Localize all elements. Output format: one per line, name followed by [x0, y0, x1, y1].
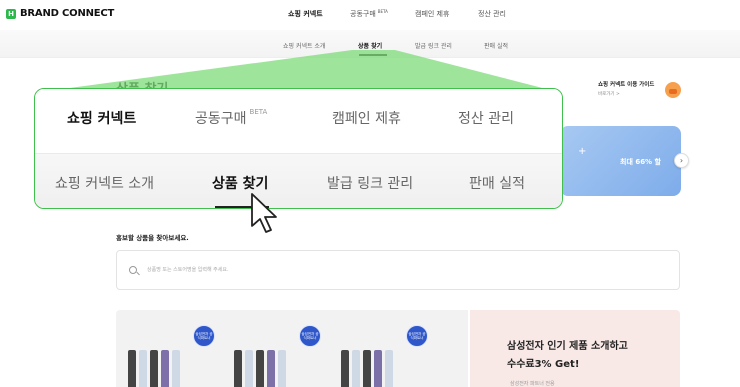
promo-text: 삼성전자 인기 제품 소개하고 수수료3% Get!: [507, 338, 628, 374]
phone-image: [161, 350, 169, 387]
page: H BRAND CONNECT 쇼핑 커넥트 공동구매 BETA 캠페인 제휴 정…: [0, 0, 740, 387]
guide-shortcut: 바로가기 >: [598, 92, 620, 97]
zoom-subnav-intro[interactable]: 쇼핑 커넥트 소개: [55, 173, 154, 193]
zoomed-nav-callout: 쇼핑 커넥트 공동구매 BETA 캠페인 제휴 정산 관리 쇼핑 커넥트 소개 상…: [34, 88, 563, 209]
nav-settlement[interactable]: 정산 관리: [478, 9, 506, 19]
promo-sub: 삼성전자 파트너 전용: [510, 381, 555, 387]
guide-link[interactable]: 쇼핑 커넥트 이용 가이드 바로가기 >: [598, 80, 654, 97]
nav-group-buy[interactable]: 공동구매 BETA: [350, 9, 388, 19]
phone-image: [385, 350, 393, 387]
search-placeholder: 상품명 또는 스토어명을 입력해 주세요.: [147, 267, 229, 273]
subnav-sales[interactable]: 판매 실적: [484, 41, 508, 50]
zoomed-sub-nav: 쇼핑 커넥트 소개 상품 찾기 발급 링크 관리 판매 실적: [35, 153, 562, 208]
search-input[interactable]: 상품명 또는 스토어명을 입력해 주세요.: [116, 250, 680, 290]
zoom-nav-campaign[interactable]: 캠페인 제휴: [332, 108, 401, 128]
promo-line-2: 수수료3% Get!: [507, 359, 580, 370]
phone-image: [139, 350, 147, 387]
brand-logo[interactable]: H BRAND CONNECT: [6, 8, 114, 19]
phone-image: [363, 350, 371, 387]
subnav-intro[interactable]: 쇼핑 커넥트 소개: [283, 41, 325, 50]
brand-logo-text: BRAND CONNECT: [20, 8, 115, 19]
mouse-pointer-icon: [251, 193, 277, 233]
promo-line-1: 삼성전자 인기 제품 소개하고: [507, 341, 628, 352]
phone-image: [172, 350, 180, 387]
zoom-subnav-link-management[interactable]: 발급 링크 관리: [327, 173, 413, 193]
zoom-nav-group-buy[interactable]: 공동구매 BETA: [195, 108, 267, 128]
zoom-beta-badge: BETA: [249, 108, 268, 116]
nav-group-buy-label: 공동구매: [350, 10, 376, 18]
partner-badge: 삼성전자 공식파트너: [406, 325, 428, 347]
phone-image: [234, 350, 242, 387]
banner-text: 최대 66% 할: [620, 158, 661, 166]
subnav-find-products[interactable]: 상품 찾기: [358, 41, 382, 50]
beta-badge: BETA: [377, 9, 388, 14]
phone-image: [245, 350, 253, 387]
zoomed-main-nav: 쇼핑 커넥트 공동구매 BETA 캠페인 제휴 정산 관리: [35, 89, 562, 153]
chevron-right-icon[interactable]: ›: [674, 153, 689, 168]
partner-badge: 삼성전자 공식파트너: [193, 325, 215, 347]
partner-badge: 삼성전자 공식파트너: [299, 325, 321, 347]
top-navbar: H BRAND CONNECT 쇼핑 커넥트 공동구매 BETA 캠페인 제휴 정…: [0, 0, 740, 30]
phone-image: [352, 350, 360, 387]
phone-image: [150, 350, 158, 387]
active-subnav-underline: [359, 54, 387, 56]
nav-shopping-connect[interactable]: 쇼핑 커넥트: [288, 9, 323, 19]
phone-image: [278, 350, 286, 387]
nav-campaign[interactable]: 캠페인 제휴: [415, 9, 449, 19]
zoom-nav-settlement[interactable]: 정산 관리: [458, 108, 514, 128]
phone-image: [341, 350, 349, 387]
phone-image: [374, 350, 382, 387]
phone-image: [267, 350, 275, 387]
zoom-subnav-find-products[interactable]: 상품 찾기: [212, 173, 268, 193]
zoom-subnav-sales[interactable]: 판매 실적: [469, 173, 525, 193]
search-prompt: 홍보할 상품을 찾아보세요.: [116, 234, 189, 242]
sparkle-icon: +: [578, 146, 587, 157]
brand-logo-mark: H: [6, 8, 16, 19]
subnav-link-management[interactable]: 발급 링크 관리: [415, 41, 452, 50]
zoom-nav-group-buy-label: 공동구매: [195, 111, 247, 127]
zoom-nav-shopping-connect[interactable]: 쇼핑 커넥트: [67, 108, 136, 128]
phone-image: [128, 350, 136, 387]
search-icon: [129, 266, 137, 274]
phone-image: [256, 350, 264, 387]
guide-title: 쇼핑 커넥트 이용 가이드: [598, 82, 655, 88]
guide-character-icon: [665, 82, 681, 98]
